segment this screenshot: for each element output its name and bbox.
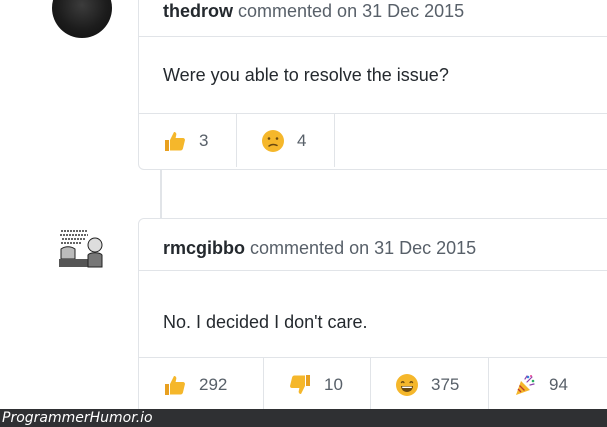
reaction-count: 94	[549, 374, 568, 394]
thumbs-up-icon	[163, 373, 187, 397]
reaction-hooray[interactable]: 94	[489, 358, 599, 411]
comment-body: Were you able to resolve the issue?	[163, 65, 449, 85]
comment-header-text: thedrow commented on 31 Dec 2015	[163, 1, 464, 22]
reactions-bar: 292 10 375 94	[139, 357, 607, 411]
laugh-face-icon	[395, 373, 419, 397]
timeline-connector	[160, 168, 162, 220]
watermark-text: ProgrammerHumor.io	[2, 410, 153, 426]
reaction-count: 10	[324, 374, 343, 394]
reaction-count: 3	[199, 130, 209, 150]
avatar-thedrow[interactable]	[52, 0, 112, 38]
thumbs-up-icon	[163, 129, 187, 153]
reaction-confused[interactable]: 4	[237, 114, 335, 167]
thumbs-down-icon	[288, 373, 312, 397]
reaction-thumbs-down[interactable]: 10	[264, 358, 371, 411]
comment-rmcgibbo: rmcgibbo commented on 31 Dec 2015 No. I …	[138, 218, 607, 414]
reaction-thumbs-up[interactable]: 3	[139, 114, 237, 167]
comment-header: rmcgibbo commented on 31 Dec 2015	[139, 219, 607, 271]
reaction-thumbs-up[interactable]: 292	[139, 358, 264, 411]
comment-header-text: rmcgibbo commented on 31 Dec 2015	[163, 238, 476, 259]
reactions-bar: 3 4	[139, 113, 607, 167]
reaction-count: 4	[297, 130, 307, 150]
author-link[interactable]: thedrow	[163, 1, 233, 21]
comment-thedrow: thedrow commented on 31 Dec 2015 Were yo…	[138, 0, 607, 170]
comment-meta: commented on 31 Dec 2015	[238, 1, 465, 21]
comment-header: thedrow commented on 31 Dec 2015	[139, 0, 607, 37]
reaction-count: 375	[431, 374, 460, 394]
watermark-bar: ProgrammerHumor.io	[0, 409, 607, 427]
party-popper-icon	[513, 373, 537, 397]
comment-body: No. I decided I don't care.	[163, 312, 368, 332]
author-link[interactable]: rmcgibbo	[163, 238, 245, 258]
comic-avatar-icon	[55, 225, 107, 271]
confused-face-icon	[261, 129, 285, 153]
reaction-count: 292	[199, 374, 228, 394]
reaction-laugh[interactable]: 375	[371, 358, 489, 411]
avatar-rmcgibbo[interactable]	[55, 225, 107, 271]
comment-meta: commented on 31 Dec 2015	[250, 238, 477, 258]
